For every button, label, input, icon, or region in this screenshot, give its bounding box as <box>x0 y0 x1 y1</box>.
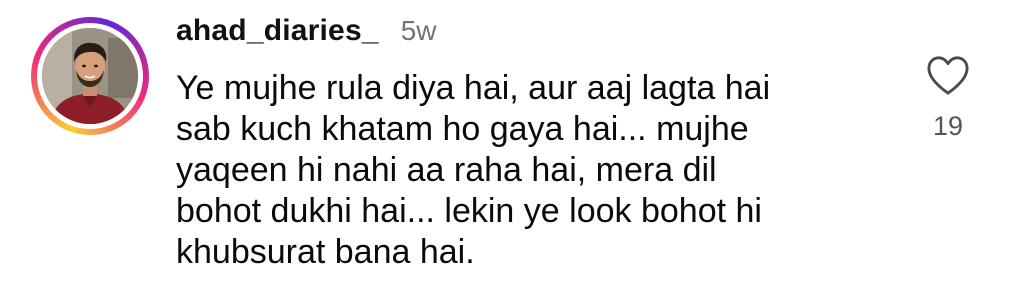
avatar[interactable] <box>42 28 138 124</box>
like-count: 19 <box>932 111 964 141</box>
username-link[interactable]: ahad_diaries_ <box>176 14 379 48</box>
avatar-image <box>42 28 138 124</box>
comment-text: Ye mujhe rula diya hai, aur aaj lagta ha… <box>176 69 771 271</box>
story-ring[interactable] <box>31 17 149 135</box>
avatar-ring-gap <box>37 23 143 129</box>
comment-timestamp: 5w <box>400 15 437 46</box>
comment-header: ahad_diaries_ 5w <box>176 14 437 54</box>
heart-outline-icon[interactable] <box>925 55 971 97</box>
like-area: 19 <box>918 55 978 142</box>
comment-item: ahad_diaries_ 5w Ye mujhe rula diya hai,… <box>0 0 1024 287</box>
